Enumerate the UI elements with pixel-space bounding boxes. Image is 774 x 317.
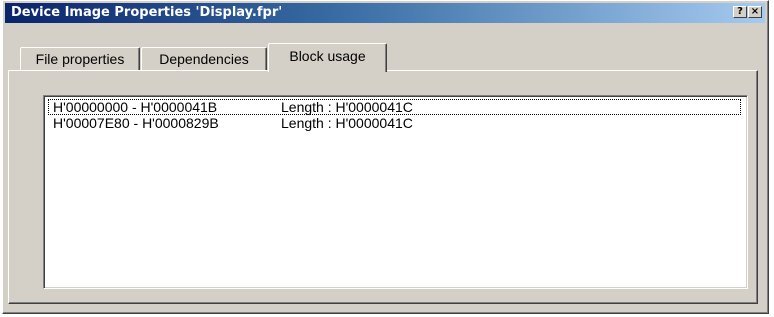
tab-block-usage[interactable]: Block usage bbox=[268, 43, 387, 72]
dialog-title: Device Image Properties 'Display.fpr' bbox=[11, 5, 283, 20]
block-usage-list[interactable]: H'00000000 - H'0000041B Length : H'00000… bbox=[43, 95, 748, 289]
block-length: Length : H'0000041C bbox=[281, 99, 413, 115]
tab-dependencies[interactable]: Dependencies bbox=[141, 47, 267, 71]
help-button[interactable]: ? bbox=[733, 6, 747, 18]
tab-file-properties[interactable]: File properties bbox=[20, 47, 140, 71]
title-bar[interactable]: Device Image Properties 'Display.fpr' ? … bbox=[5, 3, 765, 23]
tab-join bbox=[269, 69, 385, 72]
block-range: H'00000000 - H'0000041B bbox=[53, 99, 218, 115]
close-button[interactable]: × bbox=[748, 6, 762, 18]
block-range: H'00007E80 - H'0000829B bbox=[53, 115, 219, 131]
list-item[interactable]: H'00000000 - H'0000041B Length : H'00000… bbox=[48, 99, 741, 115]
block-length: Length : H'0000041C bbox=[281, 115, 413, 131]
